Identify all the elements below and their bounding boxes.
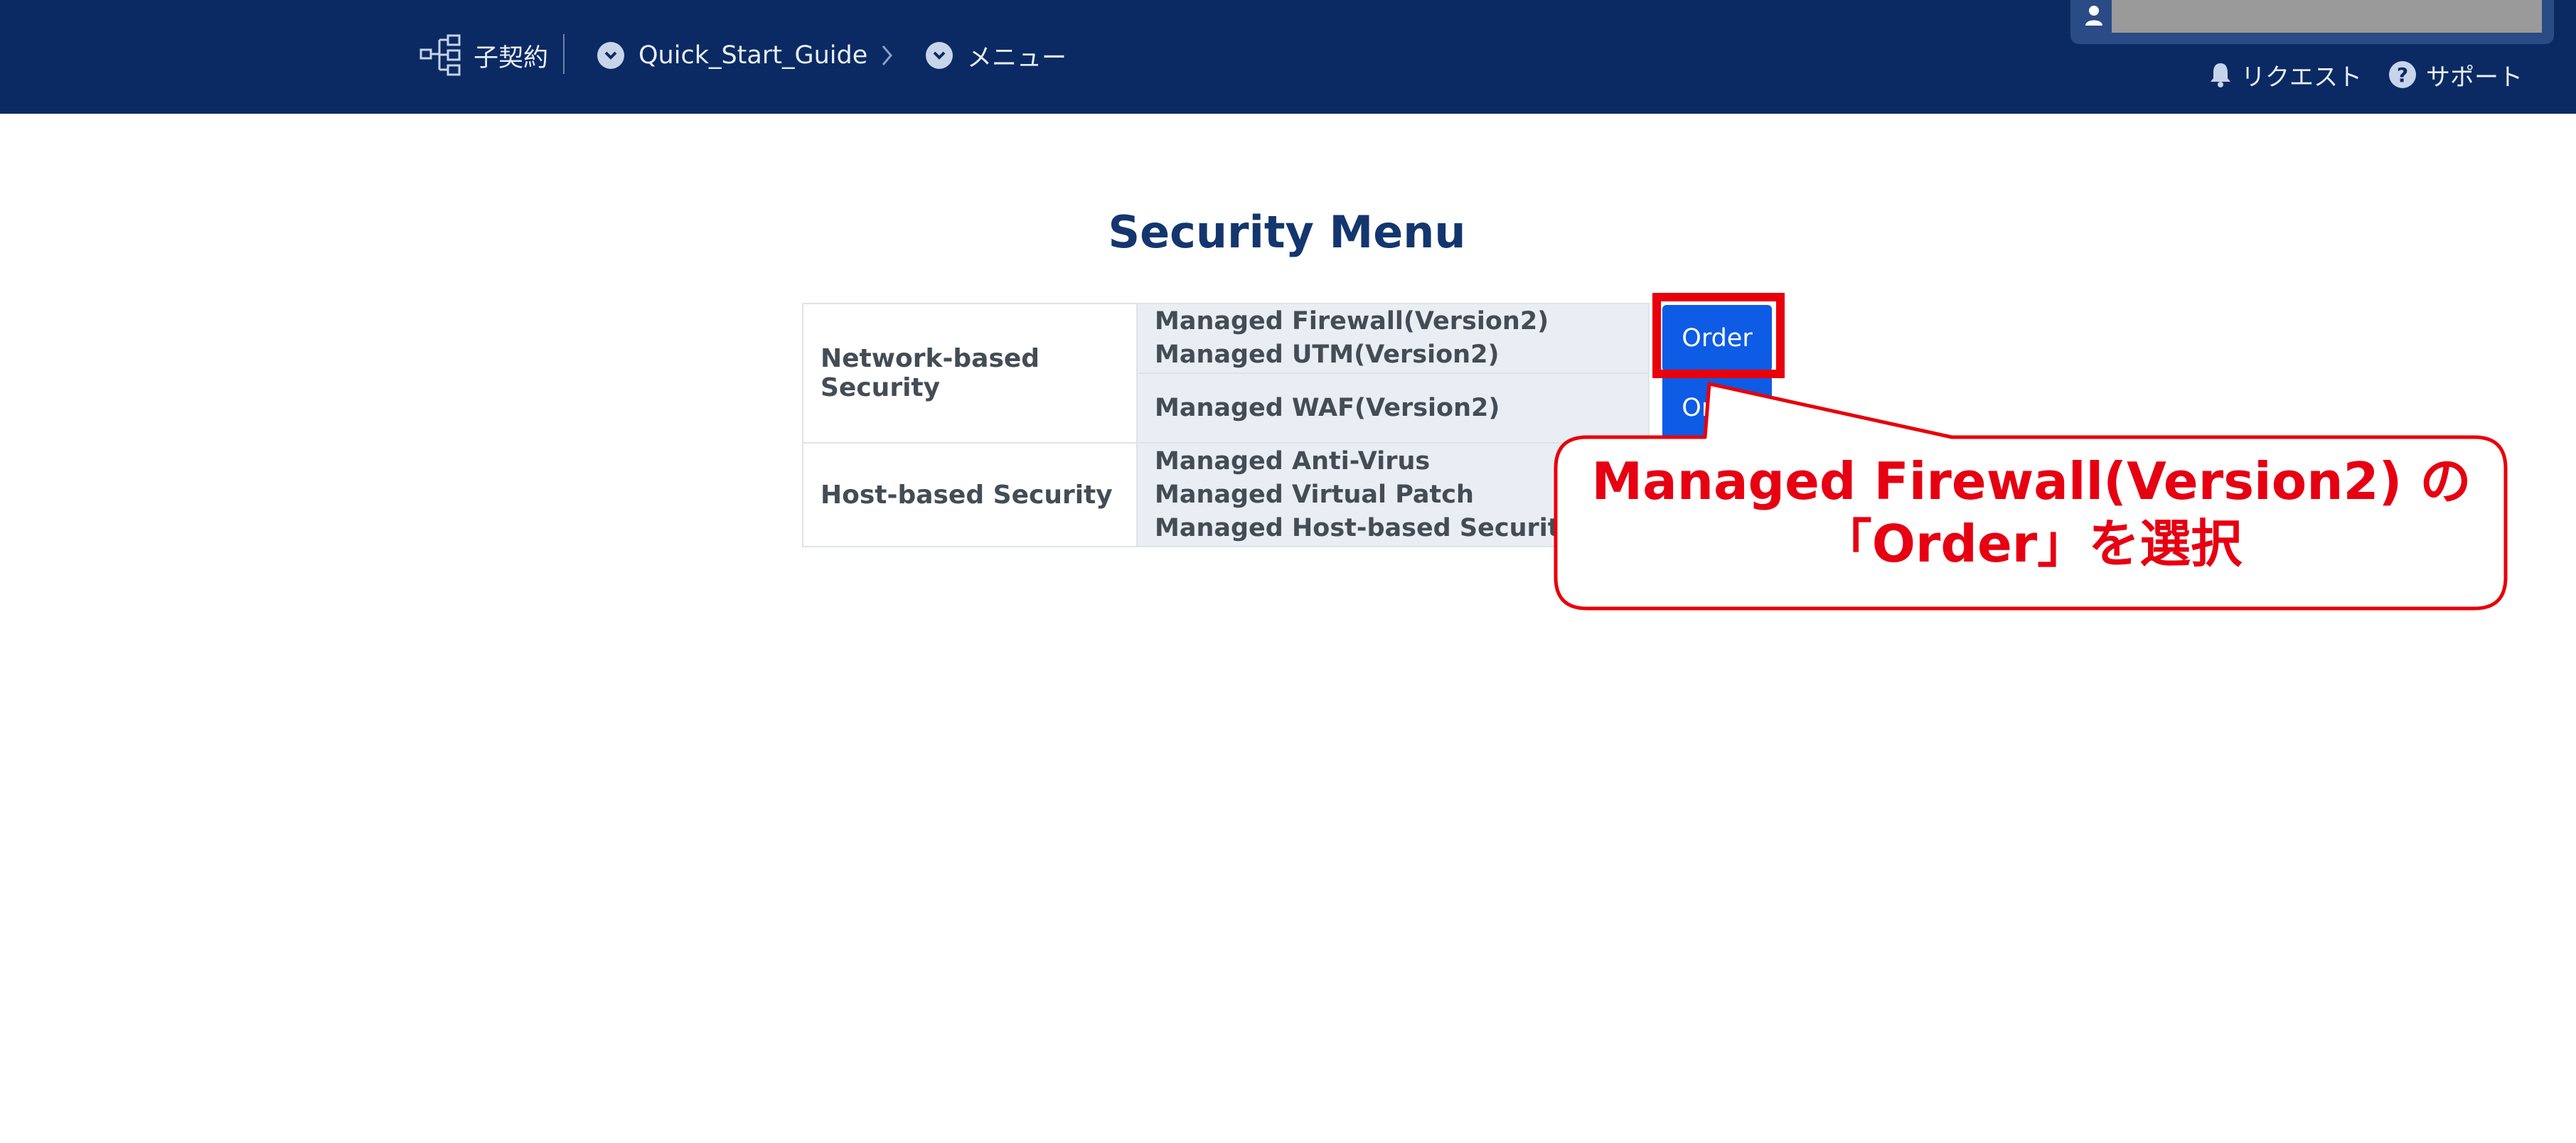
callout-text: Managed Firewall(Version2) の 「Order」を選択: [1559, 450, 2504, 575]
callout-line-1: Managed Firewall(Version2) の: [1591, 451, 2471, 511]
callout-line-2: 「Order」を選択: [1820, 514, 2243, 574]
